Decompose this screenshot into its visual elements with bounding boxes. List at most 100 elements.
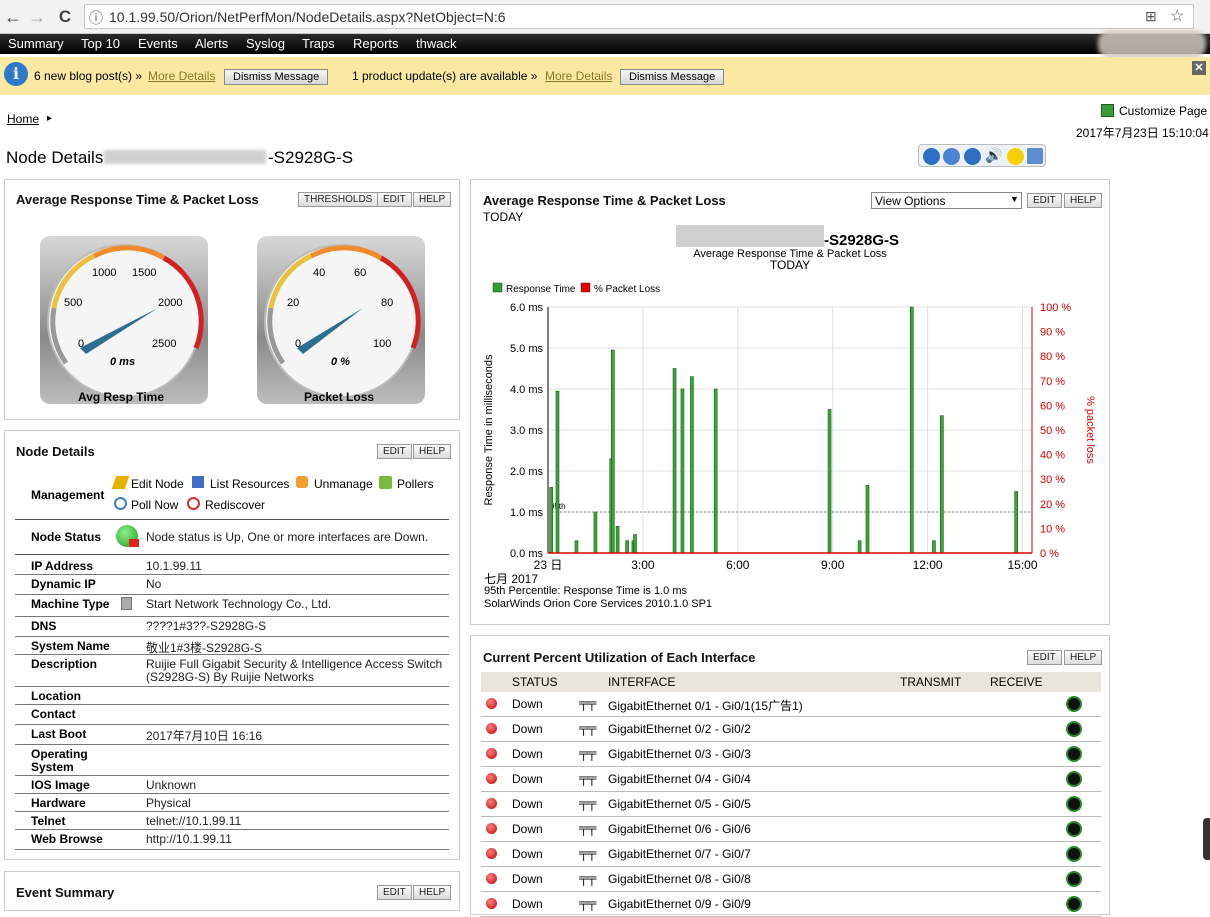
star-icon[interactable]: ☆ bbox=[1170, 6, 1184, 26]
detail-value: ????1#3??-S2928G-S bbox=[146, 619, 267, 633]
gauge-icon[interactable] bbox=[1066, 746, 1082, 762]
y-axis-title: Response Time in milliseconds bbox=[483, 354, 495, 506]
response-time-bar bbox=[615, 526, 620, 554]
ethernet-port-icon: ╤╤ bbox=[579, 695, 596, 710]
divider bbox=[15, 704, 449, 705]
dismiss-blog-button[interactable]: Dismiss Message bbox=[224, 69, 329, 85]
menu-syslog[interactable]: Syslog bbox=[246, 36, 285, 51]
pollers-link[interactable]: Pollers bbox=[397, 477, 434, 491]
table-row[interactable]: Down ╤╤ GigabitEthernet 0/7 - Gi0/7 bbox=[481, 842, 1101, 867]
iface-name-link[interactable]: GigabitEthernet 0/9 - Gi0/9 bbox=[608, 897, 751, 911]
gauge-tick: 100 bbox=[373, 338, 392, 350]
event-edit-button[interactable]: EDIT bbox=[377, 885, 412, 900]
gauge-icon[interactable] bbox=[1066, 771, 1082, 787]
iface-name-link[interactable]: GigabitEthernet 0/5 - Gi0/5 bbox=[608, 797, 751, 811]
table-row[interactable]: Down ╤╤ GigabitEthernet 0/5 - Gi0/5 bbox=[481, 792, 1101, 817]
table-row[interactable]: Down ╤╤ GigabitEthernet 0/8 - Gi0/8 bbox=[481, 867, 1101, 892]
iface-edit-button[interactable]: EDIT bbox=[1027, 650, 1062, 665]
gauge-icon[interactable] bbox=[1066, 846, 1082, 862]
gauge-icon[interactable] bbox=[1066, 821, 1082, 837]
update-more-details-link[interactable]: More Details bbox=[545, 69, 612, 83]
divider bbox=[15, 793, 449, 794]
y-tick-label: 2.0 ms bbox=[510, 466, 544, 478]
gauge-icon[interactable] bbox=[1066, 721, 1082, 737]
menu-alerts[interactable]: Alerts bbox=[195, 36, 228, 51]
thresholds-button[interactable]: THRESHOLDS bbox=[298, 192, 379, 207]
table-row[interactable]: Down ╤╤ GigabitEthernet 0/3 - Gi0/3 bbox=[481, 742, 1101, 767]
menu-thwack[interactable]: thwack bbox=[416, 36, 456, 51]
detail-value: 10.1.99.11 bbox=[146, 559, 202, 573]
x-tick-label: 3:00 bbox=[631, 558, 655, 572]
divider bbox=[15, 594, 449, 595]
view-options-select[interactable]: View Options ▼ bbox=[871, 192, 1022, 209]
pollers-icon bbox=[379, 476, 392, 489]
menu-top10[interactable]: Top 10 bbox=[81, 36, 120, 51]
gauge-icon[interactable] bbox=[1066, 896, 1082, 912]
telnet-icon[interactable] bbox=[923, 148, 940, 165]
response-time-bar bbox=[690, 376, 694, 554]
address-bar[interactable]: ⓘ 10.1.99.50/Orion/NetPerfMon/NodeDetail… bbox=[84, 4, 1194, 29]
table-row[interactable]: Down ╤╤ GigabitEthernet 0/6 - Gi0/6 bbox=[481, 817, 1101, 842]
info-circle-icon[interactable]: ⓘ bbox=[89, 8, 103, 28]
gauges-edit-button[interactable]: EDIT bbox=[377, 192, 412, 207]
chart-help-button[interactable]: HELP bbox=[1064, 193, 1103, 208]
unmanage-link[interactable]: Unmanage bbox=[314, 477, 373, 491]
response-time-bar bbox=[940, 415, 944, 554]
url-text[interactable]: 10.1.99.50/Orion/NetPerfMon/NodeDetails.… bbox=[109, 9, 506, 25]
current-datetime: 2017年7月23日 15:10:04 bbox=[1076, 126, 1209, 140]
menu-events[interactable]: Events bbox=[138, 36, 178, 51]
response-time-bar bbox=[680, 388, 685, 554]
iface-name-link[interactable]: GigabitEthernet 0/2 - Gi0/2 bbox=[608, 722, 751, 736]
response-time-bar bbox=[593, 511, 598, 554]
customize-page-icon[interactable] bbox=[1101, 104, 1114, 117]
iface-name-link[interactable]: GigabitEthernet 0/6 - Gi0/6 bbox=[608, 822, 751, 836]
speaker-icon[interactable]: 🔊 bbox=[985, 147, 1002, 164]
chart-edit-button[interactable]: EDIT bbox=[1027, 193, 1062, 208]
iface-name-link[interactable]: GigabitEthernet 0/8 - Gi0/8 bbox=[608, 872, 751, 886]
iface-status: Down bbox=[512, 797, 543, 811]
back-icon[interactable]: ← bbox=[2, 7, 24, 28]
iface-name-link[interactable]: GigabitEthernet 0/3 - Gi0/3 bbox=[608, 747, 751, 761]
forward-icon[interactable]: → bbox=[26, 7, 48, 28]
breadcrumb-home[interactable]: Home bbox=[7, 112, 39, 126]
gauge-icon[interactable] bbox=[1066, 796, 1082, 812]
rediscover-link[interactable]: Rediscover bbox=[205, 498, 265, 512]
menu-traps[interactable]: Traps bbox=[302, 36, 335, 51]
iface-name-link[interactable]: GigabitEthernet 0/4 - Gi0/4 bbox=[608, 772, 751, 786]
table-row[interactable]: Down ╤╤ GigabitEthernet 0/4 - Gi0/4 bbox=[481, 767, 1101, 792]
update-notice-text: 1 product update(s) are available » bbox=[352, 69, 538, 83]
iface-name-link[interactable]: GigabitEthernet 0/7 - Gi0/7 bbox=[608, 847, 751, 861]
table-row[interactable]: Down ╤╤ GigabitEthernet 0/1 - Gi0/1(15广告… bbox=[481, 692, 1101, 717]
node-edit-button[interactable]: EDIT bbox=[377, 444, 412, 459]
traceroute-icon[interactable] bbox=[964, 148, 981, 165]
edit-node-link[interactable]: Edit Node bbox=[131, 477, 184, 491]
gauges-help-button[interactable]: HELP bbox=[413, 192, 452, 207]
x-tick-label: 12:00 bbox=[913, 558, 943, 572]
side-widget[interactable] bbox=[1203, 818, 1210, 860]
blog-more-details-link[interactable]: More Details bbox=[148, 69, 215, 83]
y2-tick-label: 20 % bbox=[1040, 499, 1065, 511]
event-help-button[interactable]: HELP bbox=[413, 885, 452, 900]
iface-help-button[interactable]: HELP bbox=[1064, 650, 1103, 665]
iface-name-link[interactable]: GigabitEthernet 0/1 - Gi0/1(15广告1) bbox=[608, 697, 803, 714]
gauge-icon[interactable] bbox=[1066, 871, 1082, 887]
gauge-caption: Packet Loss bbox=[304, 390, 375, 404]
tools-icon[interactable] bbox=[1007, 148, 1024, 165]
y2-axis-title: % packet loss bbox=[1084, 396, 1096, 464]
menu-summary[interactable]: Summary bbox=[8, 36, 64, 51]
close-icon[interactable]: ✕ bbox=[1192, 61, 1206, 75]
translate-icon[interactable]: ⊞ bbox=[1145, 8, 1157, 25]
response-time-chart: -S2928G-SAverage Response Time & Packet … bbox=[483, 225, 1096, 572]
poll-now-link[interactable]: Poll Now bbox=[131, 498, 178, 512]
reload-icon[interactable]: C bbox=[54, 7, 76, 27]
table-row[interactable]: Down ╤╤ GigabitEthernet 0/2 - Gi0/2 bbox=[481, 717, 1101, 742]
menu-reports[interactable]: Reports bbox=[353, 36, 399, 51]
gauge-icon[interactable] bbox=[1066, 696, 1082, 712]
ssh-icon[interactable] bbox=[943, 148, 960, 165]
node-help-button[interactable]: HELP bbox=[413, 444, 452, 459]
computer-icon[interactable] bbox=[1027, 148, 1043, 164]
y-tick-label: 1.0 ms bbox=[510, 507, 544, 519]
customize-page-link[interactable]: Customize Page bbox=[1119, 104, 1207, 118]
dismiss-update-button[interactable]: Dismiss Message bbox=[620, 69, 725, 85]
list-resources-link[interactable]: List Resources bbox=[210, 477, 289, 491]
